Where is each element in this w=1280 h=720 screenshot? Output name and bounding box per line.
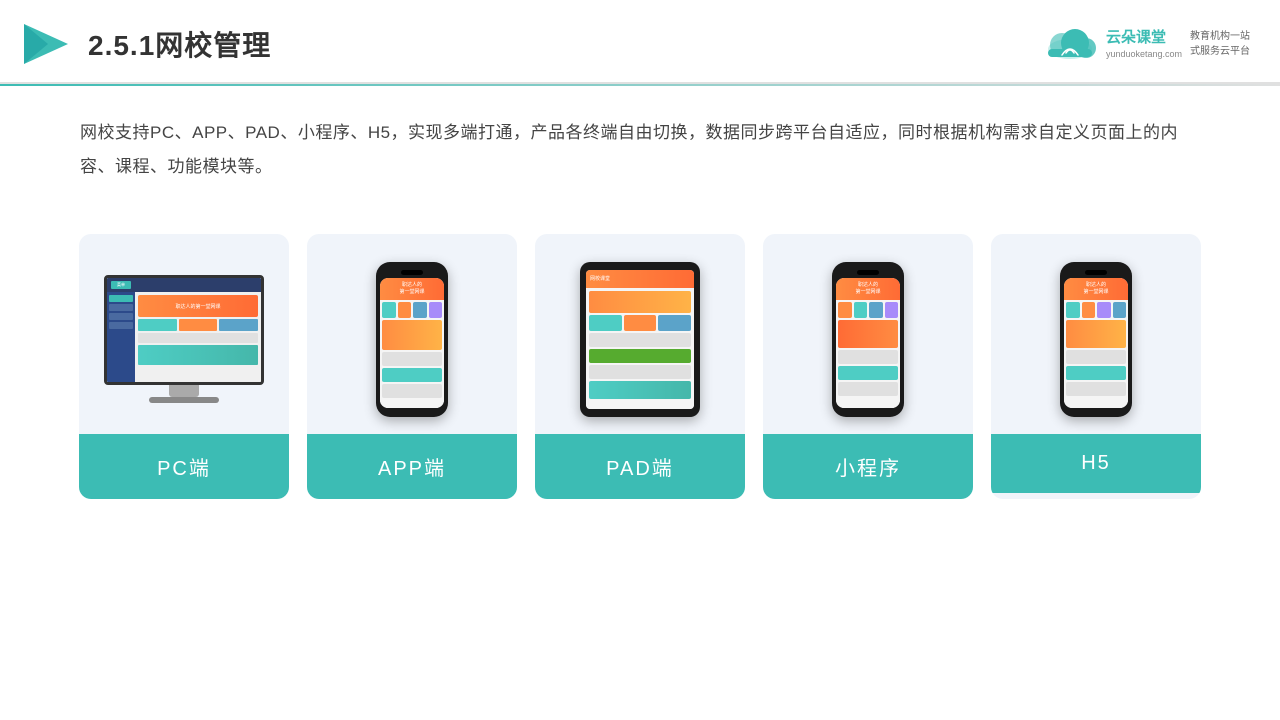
brand-tagline: 教育机构一站 式服务云平台 <box>1190 29 1250 59</box>
card-pad-label: PAD端 <box>535 434 745 499</box>
brand-logo: 云朵课堂 yunduoketang.com 教育机构一站 式服务云平台 <box>1043 25 1250 63</box>
card-h5-label: H5 <box>991 434 1201 493</box>
card-pc: 菜单 职达人的第一堂网课 <box>79 234 289 499</box>
brand-cloud-icon <box>1043 25 1098 63</box>
card-app: 职达人的第一堂网课 <box>307 234 517 499</box>
pad-tablet-mockup: 网校课堂 <box>580 262 700 417</box>
card-pad-image: 网校课堂 <box>535 234 745 434</box>
miniapp-phone-mockup: 职达人的第一堂网课 <box>832 262 904 417</box>
app-phone-mockup: 职达人的第一堂网课 <box>376 262 448 417</box>
card-miniapp-image: 职达人的第一堂网课 <box>763 234 973 434</box>
description-text: 网校支持PC、APP、PAD、小程序、H5，实现多端打通，产品各终端自由切换，数… <box>0 86 1280 194</box>
page-title: 2.5.1网校管理 <box>88 24 271 64</box>
card-miniapp: 职达人的第一堂网课 <box>763 234 973 499</box>
brand-text: 云朵课堂 yunduoketang.com <box>1106 27 1182 61</box>
header: 2.5.1网校管理 云朵课堂 yunduoketang.com 教育机构一站 式… <box>0 0 1280 84</box>
pc-monitor-mockup: 菜单 职达人的第一堂网课 <box>99 275 269 403</box>
card-h5: 职达人的第一堂网课 <box>991 234 1201 499</box>
card-app-label: APP端 <box>307 434 517 499</box>
cards-container: 菜单 职达人的第一堂网课 <box>0 204 1280 519</box>
brand-name: 云朵课堂 <box>1106 27 1182 48</box>
header-left: 2.5.1网校管理 <box>20 18 271 70</box>
card-pad: 网校课堂 P <box>535 234 745 499</box>
card-pc-image: 菜单 职达人的第一堂网课 <box>79 234 289 434</box>
h5-phone-mockup: 职达人的第一堂网课 <box>1060 262 1132 417</box>
card-h5-image: 职达人的第一堂网课 <box>991 234 1201 434</box>
card-miniapp-label: 小程序 <box>763 434 973 499</box>
card-pc-label: PC端 <box>79 434 289 499</box>
logo-arrow-icon <box>20 18 72 70</box>
brand-url: yunduoketang.com <box>1106 48 1182 61</box>
card-app-image: 职达人的第一堂网课 <box>307 234 517 434</box>
